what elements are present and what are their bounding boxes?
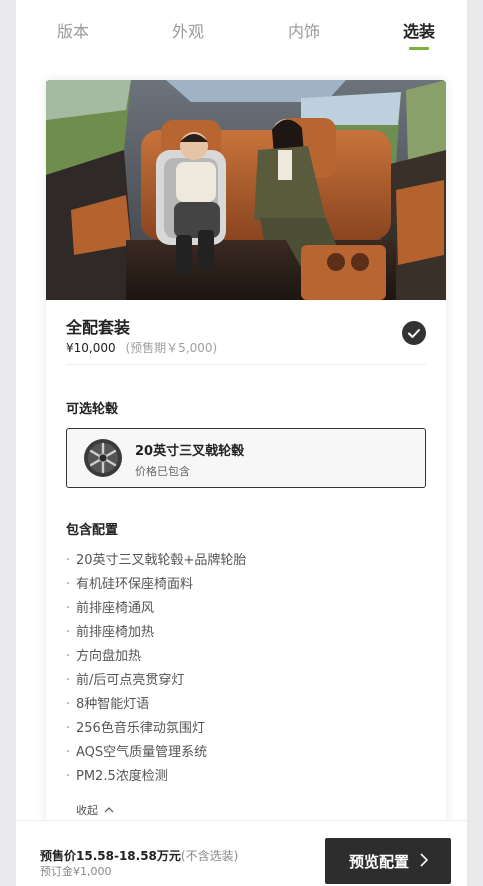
tab-options[interactable]: 选装	[384, 18, 454, 42]
list-item: · 前排座椅加热	[66, 625, 155, 640]
chevron-right-icon	[420, 853, 429, 867]
package-price-row: ¥10,000 (预售期￥5,000)	[66, 339, 217, 356]
wheels-section-title: 可选轮毂	[66, 402, 119, 417]
included-section-title: 包含配置	[66, 523, 119, 538]
collapse-label: 收起	[76, 804, 98, 817]
presale-note: (不含选装)	[180, 849, 239, 863]
list-item: · PM2.5浓度检测	[66, 769, 168, 784]
wheel-icon	[84, 439, 122, 477]
preview-config-button[interactable]: 预览配置	[325, 838, 451, 884]
list-item: · 有机硅环保座椅面料	[66, 577, 194, 592]
package-card: 全配套装 ¥10,000 (预售期￥5,000) 可选轮毂 20英寸三叉戟轮毂 …	[46, 80, 446, 840]
check-icon[interactable]	[402, 321, 426, 345]
tab-interior[interactable]: 内饰	[269, 18, 339, 42]
presale-price-row: 预售价15.58-18.58万元(不含选装)	[40, 847, 238, 864]
list-item: · 256色音乐律动氛围灯	[66, 721, 205, 736]
list-item: · 前排座椅通风	[66, 601, 155, 616]
presale-label: 预售价	[40, 849, 77, 863]
package-title: 全配套装	[66, 318, 131, 337]
list-item: · 方向盘加热	[66, 649, 142, 664]
interior-photo	[46, 80, 446, 300]
deposit-text: 预订金¥1,000	[40, 865, 112, 878]
list-item: · 20英寸三叉戟轮毂+品牌轮胎	[66, 553, 247, 568]
tab-exterior[interactable]: 外观	[153, 18, 223, 42]
config-tabs: 版本 外观 内饰 选装	[16, 0, 467, 58]
collapse-toggle[interactable]: 收起	[76, 802, 114, 818]
presale-value: 15.58-18.58万元	[76, 849, 181, 863]
package-presale-price: (预售期￥5,000)	[125, 341, 218, 355]
check-mark	[408, 329, 420, 338]
list-item: · AQS空气质量管理系统	[66, 745, 208, 760]
active-tab-indicator	[409, 47, 429, 50]
wheel-option-name: 20英寸三叉戟轮毂	[135, 444, 245, 459]
wheel-option-note: 价格已包含	[135, 465, 190, 478]
chevron-up-icon	[104, 807, 113, 813]
preview-config-label: 预览配置	[349, 852, 410, 871]
divider	[66, 364, 426, 365]
list-item: · 8种智能灯语	[66, 697, 150, 712]
wheel-option[interactable]: 20英寸三叉戟轮毂 价格已包含	[66, 428, 426, 488]
config-page: 版本 外观 内饰 选装 全配套装 ¥10,000 (预售期￥5,000) 可选轮…	[16, 0, 467, 886]
bottom-bar: 预售价15.58-18.58万元(不含选装) 预订金¥1,000 预览配置	[16, 820, 467, 886]
package-price: ¥10,000	[66, 341, 116, 355]
included-features-list: · 20英寸三叉戟轮毂+品牌轮胎 · 有机硅环保座椅面料 · 前排座椅通风 · 前排座椅…	[66, 551, 426, 791]
list-item: · 前/后可点亮贯穿灯	[66, 673, 185, 688]
tab-version[interactable]: 版本	[38, 18, 108, 42]
